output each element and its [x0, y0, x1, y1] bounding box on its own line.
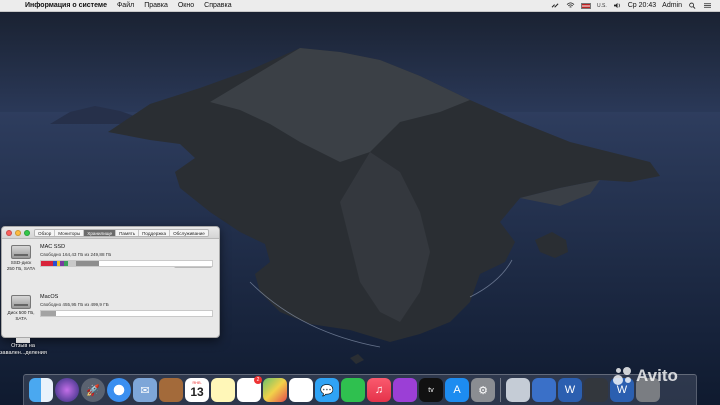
tab-support[interactable]: Поддержка [139, 229, 171, 236]
mail-icon[interactable]: ✉ [133, 378, 157, 402]
calendar-day: 13 [190, 385, 204, 399]
menu-edit[interactable]: Правка [139, 2, 173, 9]
control-center-icon[interactable] [703, 2, 712, 9]
hard-drive-icon [11, 245, 31, 259]
podcasts-icon[interactable] [393, 378, 417, 402]
menu-window[interactable]: Окно [173, 2, 199, 9]
tab-displays[interactable]: Мониторы [55, 229, 85, 236]
photos-icon[interactable]: ✿ [289, 378, 313, 402]
app-menu[interactable]: Информация о системе [20, 2, 112, 9]
disk-caption-line1: Диск 500 ГБ, [7, 310, 35, 315]
usage-segment [41, 311, 57, 316]
tab-memory[interactable]: Память [116, 229, 140, 236]
avito-wordmark: Avito [636, 366, 678, 385]
hard-drive-icon [11, 295, 31, 309]
music-icon[interactable]: ♫ [367, 378, 391, 402]
disk-usage-bar [40, 310, 213, 317]
minimize-icon[interactable] [15, 229, 21, 236]
app-store-icon[interactable]: A [445, 378, 469, 402]
menu-help[interactable]: Справка [199, 2, 236, 9]
menu-bar: Информация о системе Файл Правка Окно Сп… [0, 0, 720, 12]
link-icon[interactable] [551, 2, 560, 9]
calendar-icon[interactable]: ЯНВ. 13 [185, 378, 209, 402]
reminders-badge: 2 [254, 376, 262, 384]
disk-name: MAC SSD [40, 244, 66, 250]
messages-icon[interactable]: 💬 [315, 378, 339, 402]
storage-panel: SSD-диск 250 ГБ, SATA MAC SSD Свободно 1… [2, 239, 219, 337]
reminders-icon[interactable]: 2 [237, 376, 262, 402]
system-info-window: Обзор Мониторы Хранилище Память Поддержк… [1, 226, 220, 338]
disk-caption-line2: SATA [15, 315, 27, 321]
avito-logo-icon [613, 366, 633, 386]
input-language[interactable]: U.S. [597, 3, 607, 9]
tab-service[interactable]: Обслуживание [170, 229, 208, 236]
disk-caption-line2: 250 ГБ, SATA [6, 265, 36, 271]
word-icon[interactable]: W [558, 378, 582, 402]
volume-icon[interactable] [613, 2, 622, 9]
usage-segment [75, 261, 100, 266]
window-controls [2, 229, 30, 236]
contacts-icon[interactable] [159, 378, 183, 402]
window-titlebar[interactable]: Обзор Мониторы Хранилище Память Поддержк… [2, 227, 219, 239]
avito-watermark: Avito [613, 366, 678, 386]
disk-name: MacOS [40, 294, 59, 300]
usage-segment [68, 261, 76, 266]
tab-storage[interactable]: Хранилище [84, 229, 117, 236]
zoom-icon[interactable] [24, 229, 30, 236]
desktop-wallpaper [0, 12, 720, 405]
finder-icon[interactable] [29, 378, 53, 402]
launchpad-icon[interactable]: 🚀 [81, 378, 105, 402]
dock: 🚀 ✉ ЯНВ. 13 2 ✿ 💬 ♫ tv A ⚙ W W [23, 374, 697, 405]
disk-free-space: Свободно 455,95 ГБ из 499,9 ГБ [40, 302, 109, 307]
tab-bar: Обзор Мониторы Хранилище Память Поддержк… [34, 228, 209, 237]
apple-tv-icon[interactable]: tv [419, 378, 443, 402]
siri-icon[interactable] [55, 378, 79, 402]
network-icon[interactable] [532, 378, 556, 402]
disk-free-space: Свободно 164,43 ГБ из 249,88 ГБ [40, 252, 112, 257]
disk-icon-hdd: Диск 500 ГБ, SATA [6, 295, 36, 321]
notes-icon[interactable] [211, 378, 235, 402]
system-information-icon[interactable] [506, 378, 530, 402]
facetime-icon[interactable] [341, 378, 365, 402]
system-preferences-icon[interactable]: ⚙ [471, 378, 495, 402]
disk-icon-ssd: SSD-диск 250 ГБ, SATA [6, 245, 36, 271]
desktop-file-label-line2: завален...деления [0, 350, 47, 356]
dock-separator [500, 378, 501, 402]
wifi-icon[interactable] [566, 2, 575, 9]
clock[interactable]: Ср 20:43 [628, 2, 656, 9]
menu-file[interactable]: Файл [112, 2, 139, 9]
disk-usage-bar [40, 260, 213, 267]
tab-overview[interactable]: Обзор [35, 229, 56, 236]
usage-segment [41, 261, 53, 266]
maps-icon[interactable] [263, 378, 287, 402]
us-flag-icon[interactable] [581, 2, 591, 9]
user-name[interactable]: Admin [662, 2, 682, 9]
search-icon[interactable] [688, 2, 697, 9]
desktop-file-label-line1: Отзыв на [11, 343, 35, 349]
safari-icon[interactable] [107, 378, 131, 402]
desktop-file-icon[interactable]: Отзыв на завален...деления [0, 338, 47, 357]
terminal-icon[interactable] [584, 378, 608, 402]
close-icon[interactable] [6, 229, 12, 236]
